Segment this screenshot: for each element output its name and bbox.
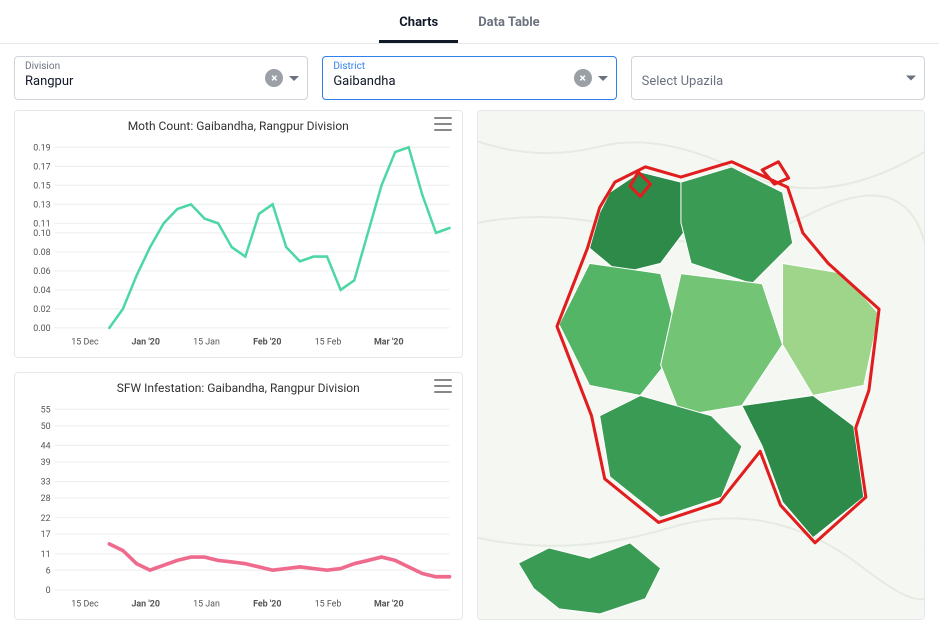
svg-text:0.19: 0.19 bbox=[33, 142, 50, 153]
tab-data-table[interactable]: Data Table bbox=[458, 15, 560, 43]
chart-sfw-panel: SFW Infestation: Gaibandha, Rangpur Divi… bbox=[14, 372, 463, 620]
district-clear-icon[interactable]: × bbox=[574, 69, 592, 87]
svg-text:0.04: 0.04 bbox=[33, 285, 50, 296]
district-label: District bbox=[333, 61, 545, 73]
svg-text:0.11: 0.11 bbox=[33, 218, 50, 229]
division-label: Division bbox=[25, 61, 237, 73]
division-value: Rangpur bbox=[25, 73, 237, 91]
district-select[interactable]: District Gaibandha × bbox=[322, 56, 616, 100]
svg-text:0.06: 0.06 bbox=[33, 266, 50, 277]
upazila-placeholder: Select Upazila bbox=[642, 73, 854, 91]
svg-text:0.02: 0.02 bbox=[33, 304, 50, 315]
chart-sfw-body: 0 6 11 17 22 28 33 39 44 50 55 15 Dec Jan '20 15 Jan F… bbox=[21, 403, 456, 613]
filters-row: Division Rangpur × District Gaibandha × … bbox=[0, 44, 939, 110]
chart-moth-count-panel: Moth Count: Gaibandha, Rangpur Division … bbox=[14, 110, 463, 358]
svg-text:Mar '20: Mar '20 bbox=[374, 336, 404, 347]
svg-text:Jan '20: Jan '20 bbox=[131, 598, 159, 609]
svg-text:15 Feb: 15 Feb bbox=[315, 336, 342, 347]
svg-text:15 Dec: 15 Dec bbox=[71, 336, 99, 347]
chart-sfw-title: SFW Infestation: Gaibandha, Rangpur Divi… bbox=[15, 381, 462, 395]
svg-text:39: 39 bbox=[41, 457, 51, 468]
content-grid: Moth Count: Gaibandha, Rangpur Division … bbox=[0, 110, 939, 623]
svg-text:15 Jan: 15 Jan bbox=[193, 336, 220, 347]
svg-text:55: 55 bbox=[41, 404, 51, 415]
map-svg bbox=[478, 111, 925, 619]
district-value: Gaibandha bbox=[333, 73, 545, 91]
chart-menu-icon[interactable] bbox=[434, 117, 452, 131]
svg-text:15 Jan: 15 Jan bbox=[193, 598, 220, 609]
svg-text:44: 44 bbox=[41, 440, 51, 451]
svg-text:17: 17 bbox=[41, 529, 51, 540]
svg-text:0: 0 bbox=[46, 585, 51, 596]
division-select[interactable]: Division Rangpur × bbox=[14, 56, 308, 100]
svg-text:15 Dec: 15 Dec bbox=[71, 598, 99, 609]
chevron-down-icon bbox=[289, 76, 299, 81]
division-clear-icon[interactable]: × bbox=[265, 69, 283, 87]
svg-text:0.17: 0.17 bbox=[33, 161, 50, 172]
svg-text:33: 33 bbox=[41, 476, 51, 487]
svg-text:0.15: 0.15 bbox=[33, 180, 50, 191]
svg-text:15 Feb: 15 Feb bbox=[315, 598, 342, 609]
chart-moth-count-title: Moth Count: Gaibandha, Rangpur Division bbox=[15, 119, 462, 133]
tab-charts[interactable]: Charts bbox=[379, 15, 458, 43]
svg-text:11: 11 bbox=[41, 549, 51, 560]
upazila-label bbox=[642, 61, 854, 73]
svg-text:6: 6 bbox=[46, 565, 51, 576]
svg-text:Mar '20: Mar '20 bbox=[374, 598, 404, 609]
svg-text:0.08: 0.08 bbox=[33, 247, 50, 258]
chart-menu-icon[interactable] bbox=[434, 379, 452, 393]
svg-text:Jan '20: Jan '20 bbox=[131, 336, 159, 347]
chevron-down-icon bbox=[598, 76, 608, 81]
svg-text:22: 22 bbox=[41, 513, 51, 524]
svg-text:Feb '20: Feb '20 bbox=[253, 336, 281, 347]
svg-text:28: 28 bbox=[41, 493, 51, 504]
svg-text:50: 50 bbox=[41, 421, 51, 432]
chevron-down-icon bbox=[906, 76, 916, 81]
map-panel[interactable] bbox=[477, 110, 926, 620]
svg-text:Feb '20: Feb '20 bbox=[253, 598, 281, 609]
upazila-select[interactable]: Select Upazila bbox=[631, 56, 925, 100]
svg-text:0.13: 0.13 bbox=[33, 199, 50, 210]
svg-text:0.00: 0.00 bbox=[33, 323, 50, 334]
tabs: Charts Data Table bbox=[0, 0, 939, 44]
chart-moth-count-body: 0.000.020.040.060.080.100.110.130.150.17… bbox=[21, 141, 456, 351]
